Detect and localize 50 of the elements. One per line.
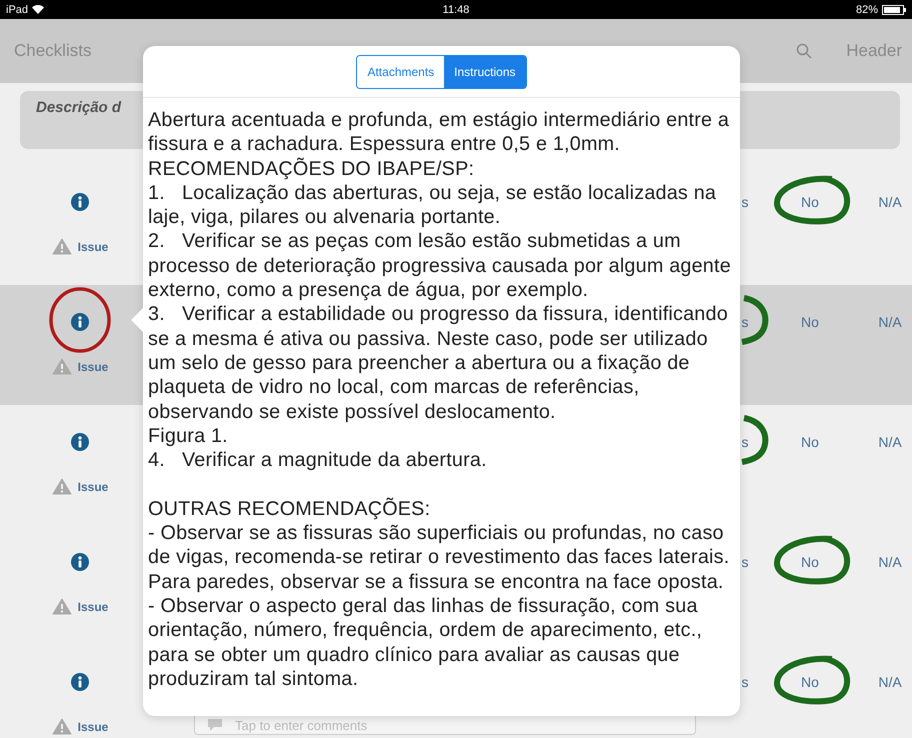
info-icon[interactable]	[71, 433, 89, 451]
instruction-paragraph: OUTRAS RECOMENDAÇÕES:	[148, 496, 432, 522]
warning-icon	[52, 478, 72, 495]
answer-option[interactable]: s	[738, 194, 752, 210]
issue-button[interactable]: Issue	[52, 358, 108, 375]
wifi-icon	[32, 5, 44, 14]
instruction-paragraph: - Observar o aspecto geral das linhas de fissuração, com sua orientação, número, frequência, ordem de aparecimento, etc., para se obter um quadro clínico para avaliar as causas que produziram tal sintoma.	[148, 594, 704, 692]
info-icon[interactable]	[71, 673, 89, 691]
battery-icon	[882, 4, 906, 14]
instruction-paragraph: - Observar se as fissuras são superficiais ou profundas, no caso de vigas, recomenda-se retirar o revestimento das faces laterais. Para paredes, observar se a fissura se encontra na face oposta.	[148, 521, 730, 594]
warning-icon	[52, 598, 72, 615]
issue-button[interactable]: Issue	[52, 238, 108, 255]
issue-button[interactable]: Issue	[52, 478, 108, 495]
info-icon[interactable]	[71, 553, 89, 571]
speech-bubble-icon	[206, 718, 224, 732]
issue-button[interactable]: Issue	[52, 718, 108, 735]
answer-option[interactable]: No	[752, 674, 868, 690]
info-icon[interactable]	[71, 193, 89, 211]
device-name: iPad	[6, 4, 28, 16]
answer-option[interactable]: No	[752, 554, 868, 570]
answer-option[interactable]: s	[738, 434, 752, 450]
segment-tab[interactable]: Instructions	[444, 56, 526, 88]
answer-option[interactable]: No	[752, 434, 868, 450]
warning-icon	[52, 358, 72, 375]
warning-icon	[52, 718, 72, 735]
clock: 11:48	[442, 4, 470, 16]
segmented-control[interactable]: Attachments Instructions	[356, 55, 527, 89]
warning-icon	[52, 238, 72, 255]
battery-percent: 82%	[856, 4, 878, 16]
answer-option[interactable]: s	[738, 554, 752, 570]
instruction-paragraph: 1. Localização das aberturas, ou seja, se estão localizadas na laje, viga, pilares ou alvenaria portante.	[148, 180, 718, 230]
instruction-paragraph: Abertura acentuada e profunda, em estágio intermediário entre a fissura e a rachadura. Espessura entre 0,5 e 1,0mm.	[148, 108, 730, 157]
section-title: Descrição d	[36, 99, 122, 116]
instruction-paragraph: Figura 1.	[148, 424, 229, 448]
info-icon[interactable]	[71, 313, 89, 331]
comment-field[interactable]: Tap to enter comments	[194, 716, 696, 735]
answer-option[interactable]: N/A	[868, 434, 912, 450]
answer-option[interactable]: N/A	[868, 554, 912, 570]
answer-option[interactable]: No	[752, 194, 868, 210]
issue-button[interactable]: Issue	[52, 598, 108, 615]
answer-option[interactable]: N/A	[868, 194, 912, 210]
instruction-paragraph: 2. Verificar se as peças com lesão estão submetidas a um processo de deterioração progressiva causada por algum agente externo, como a presença de água, por exemplo.	[148, 229, 732, 302]
instruction-paragraph: RECOMENDAÇÕES DO IBAPE/SP:	[148, 156, 476, 181]
answer-option[interactable]: No	[752, 314, 868, 330]
answer-option[interactable]: N/A	[868, 674, 912, 690]
instruction-paragraph: 4. Verificar a magnitude da abertura.	[148, 448, 488, 472]
instruction-paragraph: 3. Verificar a estabilidade ou progresso da fissura, identificando se a mesma é ativa ou passiva. Neste caso, pode ser utilizado um selo de gesso para preencher a abertura ou a fixação de plaqueta de vidro no local, com marcas de referências, observando se existe possível deslocamento.	[148, 302, 729, 424]
answer-option[interactable]: s	[738, 674, 752, 690]
answer-option[interactable]: N/A	[868, 314, 912, 330]
answer-option[interactable]: s	[738, 314, 752, 330]
